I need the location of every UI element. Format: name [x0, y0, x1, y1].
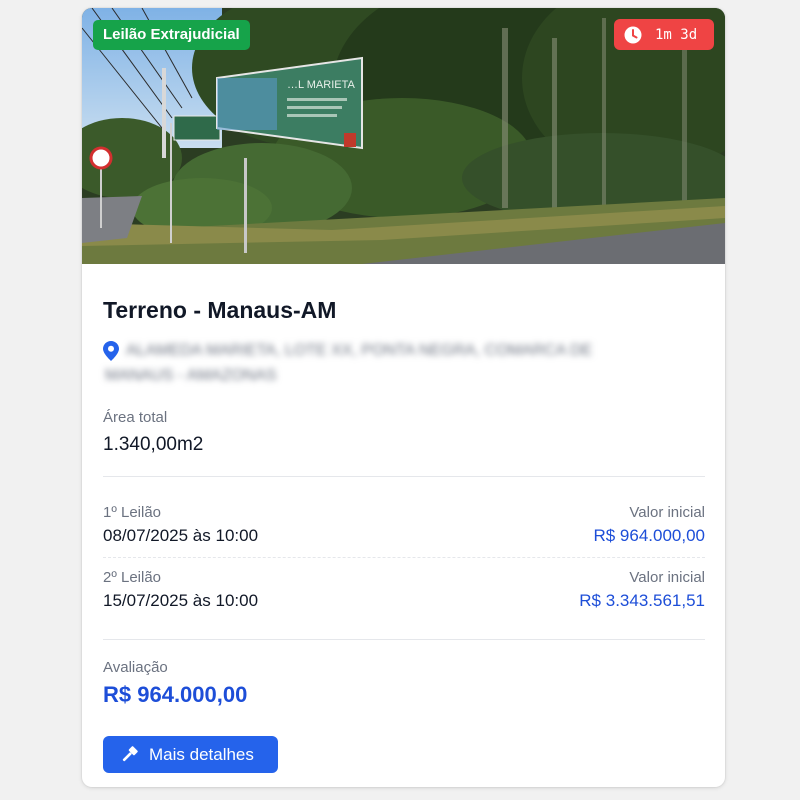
address-line-1: ALAMEDA MARIETA, LOTE XX, PONTA NEGRA, C… [126, 342, 593, 359]
property-photo[interactable]: …L MARIETA Leilão Extrajudicial 1m 3d [82, 8, 725, 264]
auction-row-1: 1º Leilão 08/07/2025 às 10:00 Valor inic… [103, 504, 705, 554]
initial-value: R$ 3.343.561,51 [579, 591, 705, 610]
area-value: 1.340,00m2 [103, 434, 204, 455]
auction-label: 2º Leilão [103, 569, 162, 586]
gavel-icon [119, 745, 139, 765]
auction-type-badge: Leilão Extrajudicial [93, 20, 250, 50]
map-pin-icon [103, 341, 119, 361]
area-label: Área total [103, 409, 168, 426]
initial-value-label: Valor inicial [629, 504, 705, 521]
auction-label: 1º Leilão [103, 504, 162, 521]
listing-title[interactable]: Terreno - Manaus-AM [103, 297, 336, 324]
appraisal-value: R$ 964.000,00 [103, 682, 248, 707]
address-line-2: MANAUS - AMAZONAS [105, 367, 277, 384]
auction-row-2: 2º Leilão 15/07/2025 às 10:00 Valor inic… [103, 569, 705, 619]
divider [103, 476, 705, 477]
auction-date: 15/07/2025 às 10:00 [103, 591, 259, 610]
row-divider [103, 557, 705, 558]
listing-card: …L MARIETA Leilão Extrajudicial 1m 3d Te… [82, 8, 725, 787]
clock-icon [624, 26, 642, 44]
details-button-label: Mais detalhes [149, 744, 254, 764]
countdown-badge: 1m 3d [614, 19, 714, 50]
auction-date: 08/07/2025 às 10:00 [103, 526, 259, 545]
appraisal-label: Avaliação [103, 659, 168, 676]
details-button[interactable]: Mais detalhes [103, 736, 278, 773]
countdown-text: 1m 3d [655, 26, 698, 43]
billboard-text: …L MARIETA [287, 79, 356, 91]
initial-value-label: Valor inicial [629, 569, 705, 586]
divider [103, 639, 705, 640]
initial-value: R$ 964.000,00 [593, 526, 705, 545]
